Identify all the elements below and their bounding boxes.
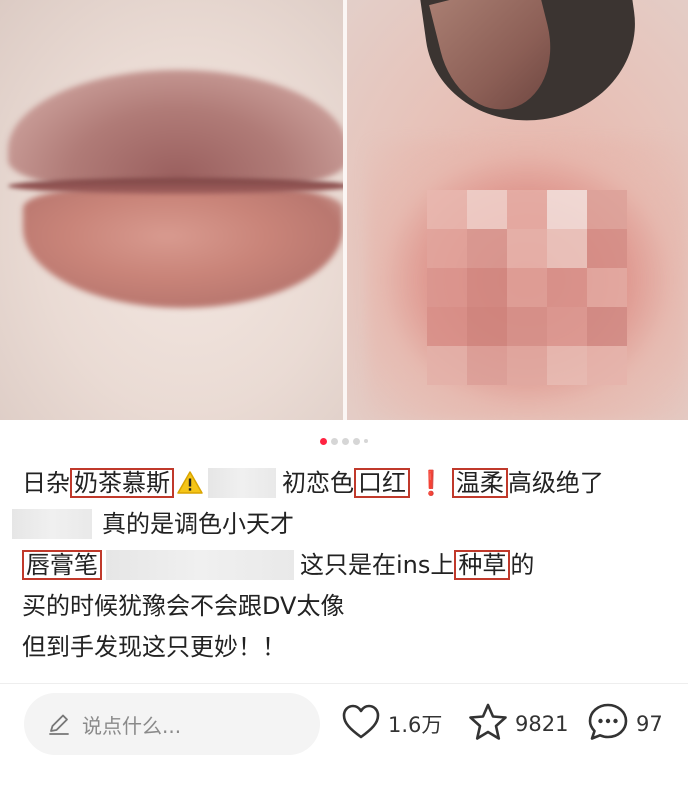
comment-bubble-icon <box>586 700 630 748</box>
favorite-count: 9821 <box>515 712 569 736</box>
comment-placeholder: 说点什么... <box>82 713 182 738</box>
pen-icon <box>46 711 72 737</box>
highlight-box: 种草 <box>454 549 511 580</box>
blurred-text <box>106 549 294 580</box>
page-dot[interactable] <box>353 437 360 445</box>
mosaic-censor <box>427 190 627 385</box>
image-carousel[interactable] <box>0 0 688 420</box>
blurred-text <box>12 508 92 539</box>
blurred-text <box>208 467 276 498</box>
post-line: 唇膏笔 这只是在ins上 种草 的 <box>22 544 672 585</box>
comment-input[interactable]: 说点什么... <box>24 693 320 755</box>
heart-icon <box>340 702 382 746</box>
post-line: 真的是调色小天才 <box>12 503 672 544</box>
highlight-box: 奶茶慕斯 <box>70 467 174 498</box>
page-dot[interactable] <box>331 437 338 445</box>
highlight-box: 口红 <box>354 467 410 498</box>
like-button[interactable]: 1.6万 <box>340 700 442 748</box>
highlight-box: 唇膏笔 <box>22 549 102 580</box>
highlight-box: 温柔 <box>451 467 508 498</box>
star-icon <box>467 701 509 747</box>
swatch-photo <box>347 0 688 420</box>
lips-photo <box>0 0 343 420</box>
exclamation-mark: ❗ <box>416 468 446 497</box>
lips-illustration <box>8 70 343 320</box>
comment-button[interactable]: 97 <box>586 700 663 748</box>
warning-icon <box>176 469 204 497</box>
like-count: 1.6万 <box>388 713 443 737</box>
post-body: 日杂 奶茶慕斯 初恋色 口红 ❗ 温柔 高级绝了 真的是调色小天才 唇膏笔 这只… <box>12 462 672 667</box>
carousel-page-indicator <box>0 436 688 446</box>
page-dot-active[interactable] <box>320 437 327 445</box>
page-dot[interactable] <box>342 437 349 445</box>
page-dot[interactable] <box>364 439 368 443</box>
post-line: 但到手发现这只更妙！！ <box>22 632 286 661</box>
comment-count: 97 <box>636 712 663 736</box>
post-line: 买的时候犹豫会不会跟DV太像 <box>22 591 345 620</box>
post-line: 日杂 奶茶慕斯 初恋色 口红 ❗ 温柔 高级绝了 <box>22 462 672 503</box>
favorite-button[interactable]: 9821 <box>467 700 568 748</box>
divider <box>0 683 688 684</box>
